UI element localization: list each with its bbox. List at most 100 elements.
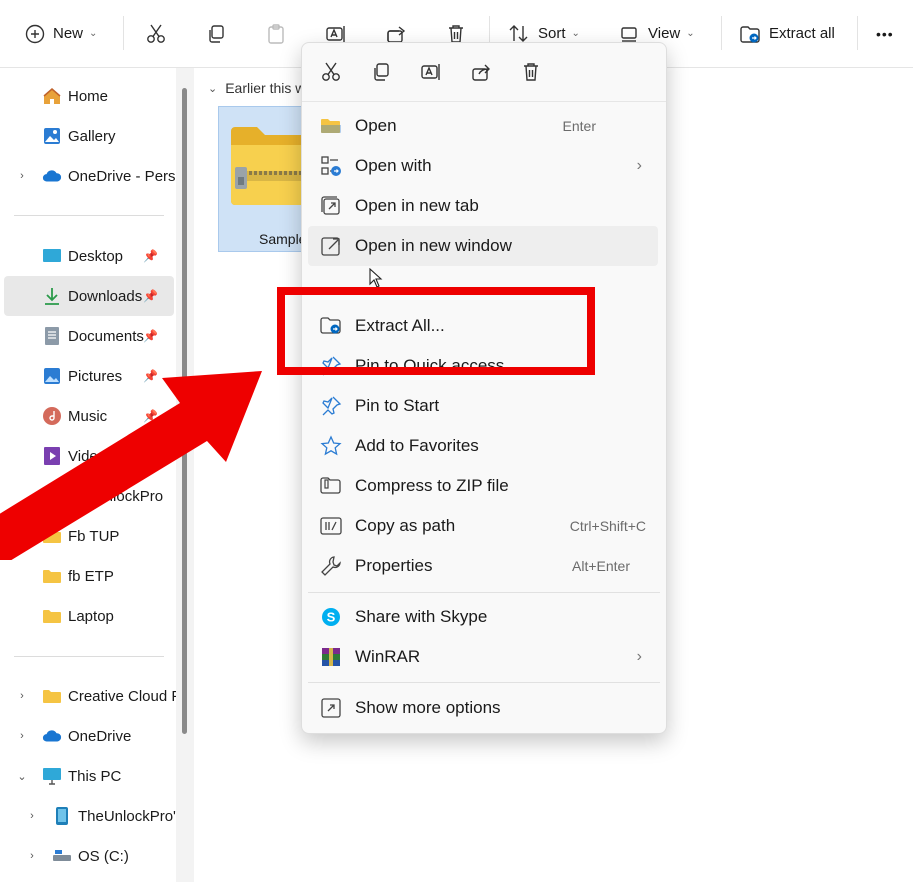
sidebar-item-label: OneDrive [68, 727, 132, 745]
sidebar-item-phone[interactable]: TheUnlockPro's [52, 796, 176, 836]
red-arrow-icon [0, 371, 262, 560]
extract-all-button[interactable]: Extract all [739, 0, 835, 67]
sidebar-item-label: Documents [68, 327, 144, 345]
sidebar-item-documents[interactable]: Documents 📌 [42, 316, 176, 356]
menu-item-label: WinRAR [355, 647, 421, 666]
menu-item-label: Open [355, 116, 397, 135]
pin-icon[interactable]: 📌 [143, 329, 158, 343]
copy-icon [374, 63, 389, 81]
toolbar-divider [123, 16, 124, 50]
menu-item-label: Share with Skype [355, 607, 488, 626]
paste-button[interactable] [265, 0, 287, 67]
menu-item-open[interactable]: Open Enter [308, 106, 658, 146]
cut-action[interactable] [318, 59, 344, 85]
trash-icon [524, 63, 538, 81]
menu-item-show-more-options[interactable]: Show more options [308, 688, 658, 728]
winrar-icon [319, 645, 343, 669]
menu-separator [308, 592, 660, 593]
context-menu: Open Enter Open with › Open in new tab O… [301, 42, 667, 734]
cloud-icon [42, 726, 62, 746]
computer-icon [42, 766, 62, 786]
pin-icon[interactable]: 📌 [143, 289, 158, 303]
new-button[interactable]: New ⌄ [25, 0, 97, 67]
sidebar-item-fb-etp[interactable]: fb ETP [42, 556, 176, 596]
view-label: View [648, 25, 681, 42]
clipboard-icon [265, 23, 287, 45]
menu-item-pin-start[interactable]: Pin to Start [308, 386, 658, 426]
menu-item-compress-zip[interactable]: Compress to ZIP file [308, 466, 658, 506]
more-options-button[interactable]: ••• [876, 0, 894, 67]
sidebar-item-gallery[interactable]: Gallery [42, 116, 176, 156]
chevron-right-icon: › [636, 648, 642, 665]
extract-folder-icon [739, 23, 761, 45]
sidebar-item-os-c[interactable]: OS (C:) [52, 836, 176, 876]
sidebar-item-laptop[interactable]: Laptop [42, 596, 176, 636]
menu-item-label: Open in new window [355, 236, 512, 255]
chevron-right-icon[interactable]: › [15, 729, 29, 743]
home-icon [42, 86, 62, 106]
menu-item-add-favorites[interactable]: Add to Favorites [308, 426, 658, 466]
scissors-icon [322, 62, 340, 81]
menu-item-label: Open in new tab [355, 196, 479, 215]
chevron-right-icon[interactable]: › [25, 809, 39, 823]
chevron-right-icon[interactable]: › [25, 849, 39, 863]
zip-folder-icon [227, 121, 311, 216]
expand-icon [319, 696, 343, 720]
menu-item-open-new-window[interactable]: Open in new window [308, 226, 658, 266]
wrench-icon [319, 554, 343, 578]
menu-item-copy-as-path[interactable]: Copy as path Ctrl+Shift+C [308, 506, 658, 546]
menu-item-open-with[interactable]: Open with › [308, 146, 658, 186]
chevron-down-icon: ⌄ [89, 28, 98, 39]
phone-icon [52, 806, 72, 826]
toolbar-divider [857, 16, 858, 50]
cut-button[interactable] [145, 0, 167, 67]
pin-icon[interactable]: 📌 [143, 249, 158, 263]
sidebar-item-onedrive[interactable]: OneDrive [42, 716, 176, 756]
menu-item-winrar[interactable]: WinRAR › [308, 637, 658, 677]
menu-item-properties[interactable]: Properties Alt+Enter [308, 546, 658, 586]
chevron-down-icon: ⌄ [571, 28, 580, 39]
share-icon [472, 64, 490, 81]
folder-open-icon [319, 114, 343, 138]
chevron-right-icon[interactable]: › [15, 689, 29, 703]
sidebar-item-home[interactable]: Home [42, 76, 176, 116]
document-icon [42, 326, 62, 346]
rename-action[interactable] [418, 59, 444, 85]
sidebar-divider [14, 656, 164, 657]
sidebar-item-label: Downloads [68, 287, 143, 305]
menu-item-open-new-tab[interactable]: Open in new tab [308, 186, 658, 226]
menu-item-share-skype[interactable]: S Share with Skype [308, 597, 658, 637]
chevron-down-icon: ⌄ [686, 28, 695, 39]
menu-item-label: Compress to ZIP file [355, 476, 509, 495]
menu-item-label: Add to Favorites [355, 436, 479, 455]
svg-text:S: S [327, 610, 336, 625]
delete-action[interactable] [518, 59, 544, 85]
share-action[interactable] [468, 59, 494, 85]
star-icon [319, 434, 343, 458]
folder-icon [42, 606, 62, 626]
new-window-icon [319, 234, 343, 258]
menu-item-label: Open with [355, 156, 432, 175]
chevron-right-icon: › [636, 157, 642, 174]
copy-action[interactable] [368, 59, 394, 85]
skype-icon: S [319, 605, 343, 629]
menu-item-label: Pin to Start [355, 396, 440, 415]
copy-button[interactable] [205, 0, 227, 67]
sidebar-item-label: Desktop [68, 247, 124, 265]
scissors-icon [145, 23, 167, 45]
folder-icon [42, 566, 62, 586]
context-menu-quick-actions [302, 43, 666, 102]
desktop-icon [42, 246, 62, 266]
view-icon [620, 25, 638, 43]
sidebar-divider [14, 215, 164, 216]
chevron-down-icon[interactable]: ⌄ [15, 769, 29, 783]
shortcut-text: Alt+Enter [572, 558, 630, 574]
sidebar-item-this-pc[interactable]: This PC [42, 756, 176, 796]
copy-path-icon [319, 514, 343, 538]
sidebar-item-desktop[interactable]: Desktop 📌 [42, 236, 176, 276]
sidebar-item-creative-cloud[interactable]: Creative Cloud Files [42, 676, 176, 716]
sidebar-item-downloads[interactable]: Downloads 📌 [42, 276, 176, 316]
chevron-right-icon[interactable]: › [15, 169, 29, 183]
sidebar-item-onedrive-personal[interactable]: OneDrive - Personal [42, 156, 176, 196]
new-tab-icon [319, 194, 343, 218]
